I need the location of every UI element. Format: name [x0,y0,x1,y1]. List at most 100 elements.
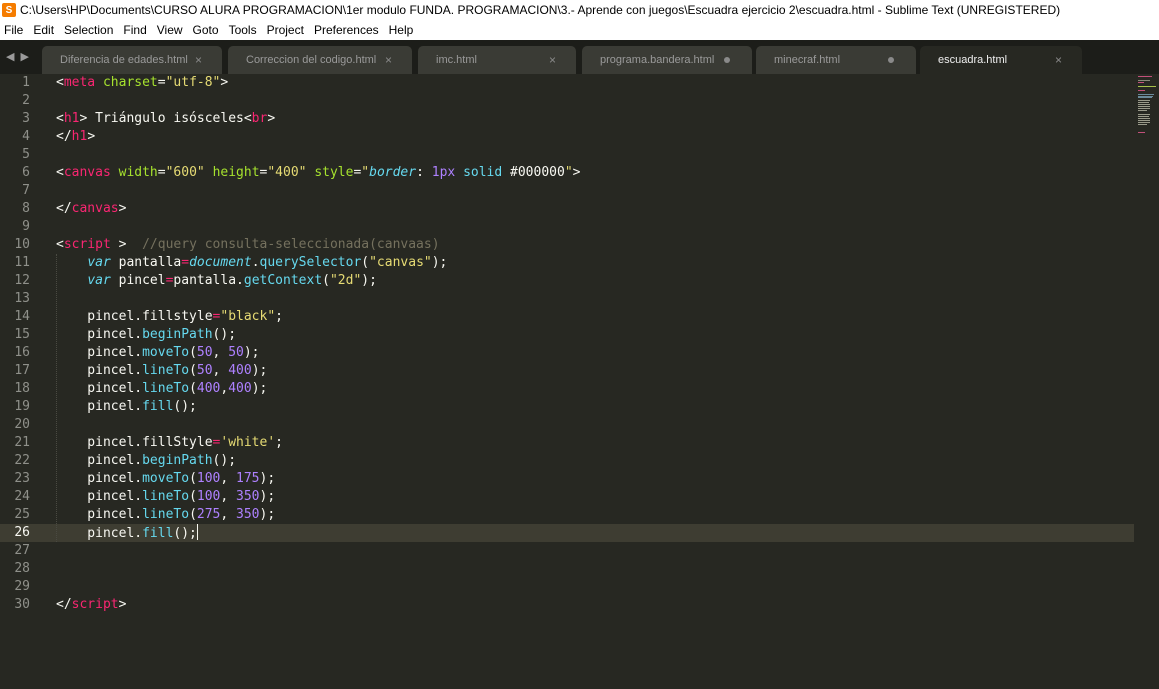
tab-programa-bandera[interactable]: programa.bandera.html [582,46,752,74]
minimap-line [1138,122,1150,123]
text-cursor [196,524,198,540]
line-number: 27 [14,543,30,558]
minimap-line [1138,110,1147,111]
line-number: 21 [14,435,30,450]
line-number: 22 [14,453,30,468]
line-number: 23 [14,471,30,486]
minimap-line [1138,124,1147,125]
code-line-22: pincel.beginPath(); [56,453,237,468]
line-number: 19 [14,399,30,414]
tab-imc[interactable]: imc.html × [418,46,576,74]
menu-selection[interactable]: Selection [60,23,119,37]
close-icon[interactable]: × [549,53,556,67]
tab-label: programa.bandera.html [600,54,715,66]
code-line-17: pincel.lineTo(50, 400); [56,363,268,378]
line-number: 7 [22,183,30,198]
line-number: 10 [14,237,30,252]
line-number-gutter: 1 2 3 4 5 6 7 8 9 10 11 12 13 14 15 16 1… [0,74,44,689]
line-number: 11 [14,255,30,270]
code-line-21: pincel.fillStyle='white'; [56,435,283,450]
menu-project[interactable]: Project [263,23,310,37]
code-line-19: pincel.fill(); [56,399,197,414]
minimap-line [1138,82,1144,83]
code-line-16: pincel.moveTo(50, 50); [56,345,260,360]
minimap-line [1138,114,1150,115]
code-line-14: pincel.fillstyle="black"; [56,309,283,324]
menu-goto[interactable]: Goto [189,23,225,37]
unsaved-dot-icon [888,57,894,63]
line-number: 1 [22,75,30,90]
minimap-line [1138,106,1150,107]
menu-find[interactable]: Find [119,23,152,37]
line-number: 30 [14,597,30,612]
minimap-line [1138,76,1152,77]
code-line-26: pincel.fill(); [56,524,198,541]
line-number: 29 [14,579,30,594]
tab-label: minecraf.html [774,54,841,66]
minimap-line [1138,118,1150,119]
tab-correccion-del-codigo[interactable]: Correccion del codigo.html × [228,46,412,74]
tab-label: imc.html [436,54,477,66]
menu-file[interactable]: File [0,23,29,37]
line-number: 17 [14,363,30,378]
minimap-line [1138,86,1156,87]
line-number: 20 [14,417,30,432]
line-number: 6 [22,165,30,180]
code-line-1: <meta charset="utf-8"> [56,75,229,90]
tab-bar: ◀ ▶ Diferencia de edades.html × Correcci… [0,40,1159,74]
code-line-8: </canvas> [56,201,127,216]
line-number: 28 [14,561,30,576]
minimap-line [1138,100,1150,101]
line-number: 15 [14,327,30,342]
minimap-line [1138,108,1150,109]
minimap[interactable] [1138,74,1158,134]
menu-preferences[interactable]: Preferences [310,23,385,37]
minimap-line [1138,80,1150,81]
line-number: 14 [14,309,30,324]
line-number: 24 [14,489,30,504]
line-number: 5 [22,147,30,162]
close-icon[interactable]: × [385,53,392,67]
tab-label: Diferencia de edades.html [60,54,188,66]
line-number: 4 [22,129,30,144]
tab-escuadra[interactable]: escuadra.html × [920,46,1082,74]
menu-help[interactable]: Help [385,23,420,37]
menu-view[interactable]: View [153,23,189,37]
window-title: C:\Users\HP\Documents\CURSO ALURA PROGRA… [20,3,1061,17]
line-number: 3 [22,111,30,126]
nav-left-icon[interactable]: ◀ [6,50,14,63]
title-bar: S C:\Users\HP\Documents\CURSO ALURA PROG… [0,0,1159,20]
tab-diferencia-de-edades[interactable]: Diferencia de edades.html × [42,46,222,74]
menu-tools[interactable]: Tools [225,23,263,37]
line-number: 16 [14,345,30,360]
minimap-line [1138,94,1154,95]
minimap-line [1138,104,1150,105]
tab-label: Correccion del codigo.html [246,54,377,66]
minimap-line [1138,90,1145,91]
tab-label: escuadra.html [938,54,1008,66]
code-line-3: <h1> Triángulo isósceles<br> [56,111,276,126]
menu-edit[interactable]: Edit [29,23,60,37]
minimap-line [1138,120,1150,121]
code-line-30: </script> [56,597,127,612]
menu-bar: File Edit Selection Find View Goto Tools… [0,20,1159,40]
code-line-23: pincel.moveTo(100, 175); [56,471,276,486]
code-line-10: <script > //query consulta-seleccionada(… [56,237,440,252]
sublime-text-icon: S [2,3,16,17]
close-icon[interactable]: × [195,53,202,67]
unsaved-dot-icon [724,57,730,63]
line-number-current: 26 [14,525,30,540]
code-line-24: pincel.lineTo(100, 350); [56,489,276,504]
nav-right-icon[interactable]: ▶ [20,50,28,63]
line-number: 18 [14,381,30,396]
code-line-6: <canvas width="600" height="400" style="… [56,165,581,180]
code-line-25: pincel.lineTo(275, 350); [56,507,276,522]
minimap-line [1138,132,1145,133]
code-line-12: var pincel=pantalla.getContext("2d"); [87,273,377,288]
tab-minecraf[interactable]: minecraf.html [756,46,916,74]
code-editor[interactable]: 1 2 3 4 5 6 7 8 9 10 11 12 13 14 15 16 1… [0,74,1159,689]
line-number: 13 [14,291,30,306]
code-line-15: pincel.beginPath(); [56,327,237,342]
close-icon[interactable]: × [1055,53,1062,67]
line-number: 12 [14,273,30,288]
